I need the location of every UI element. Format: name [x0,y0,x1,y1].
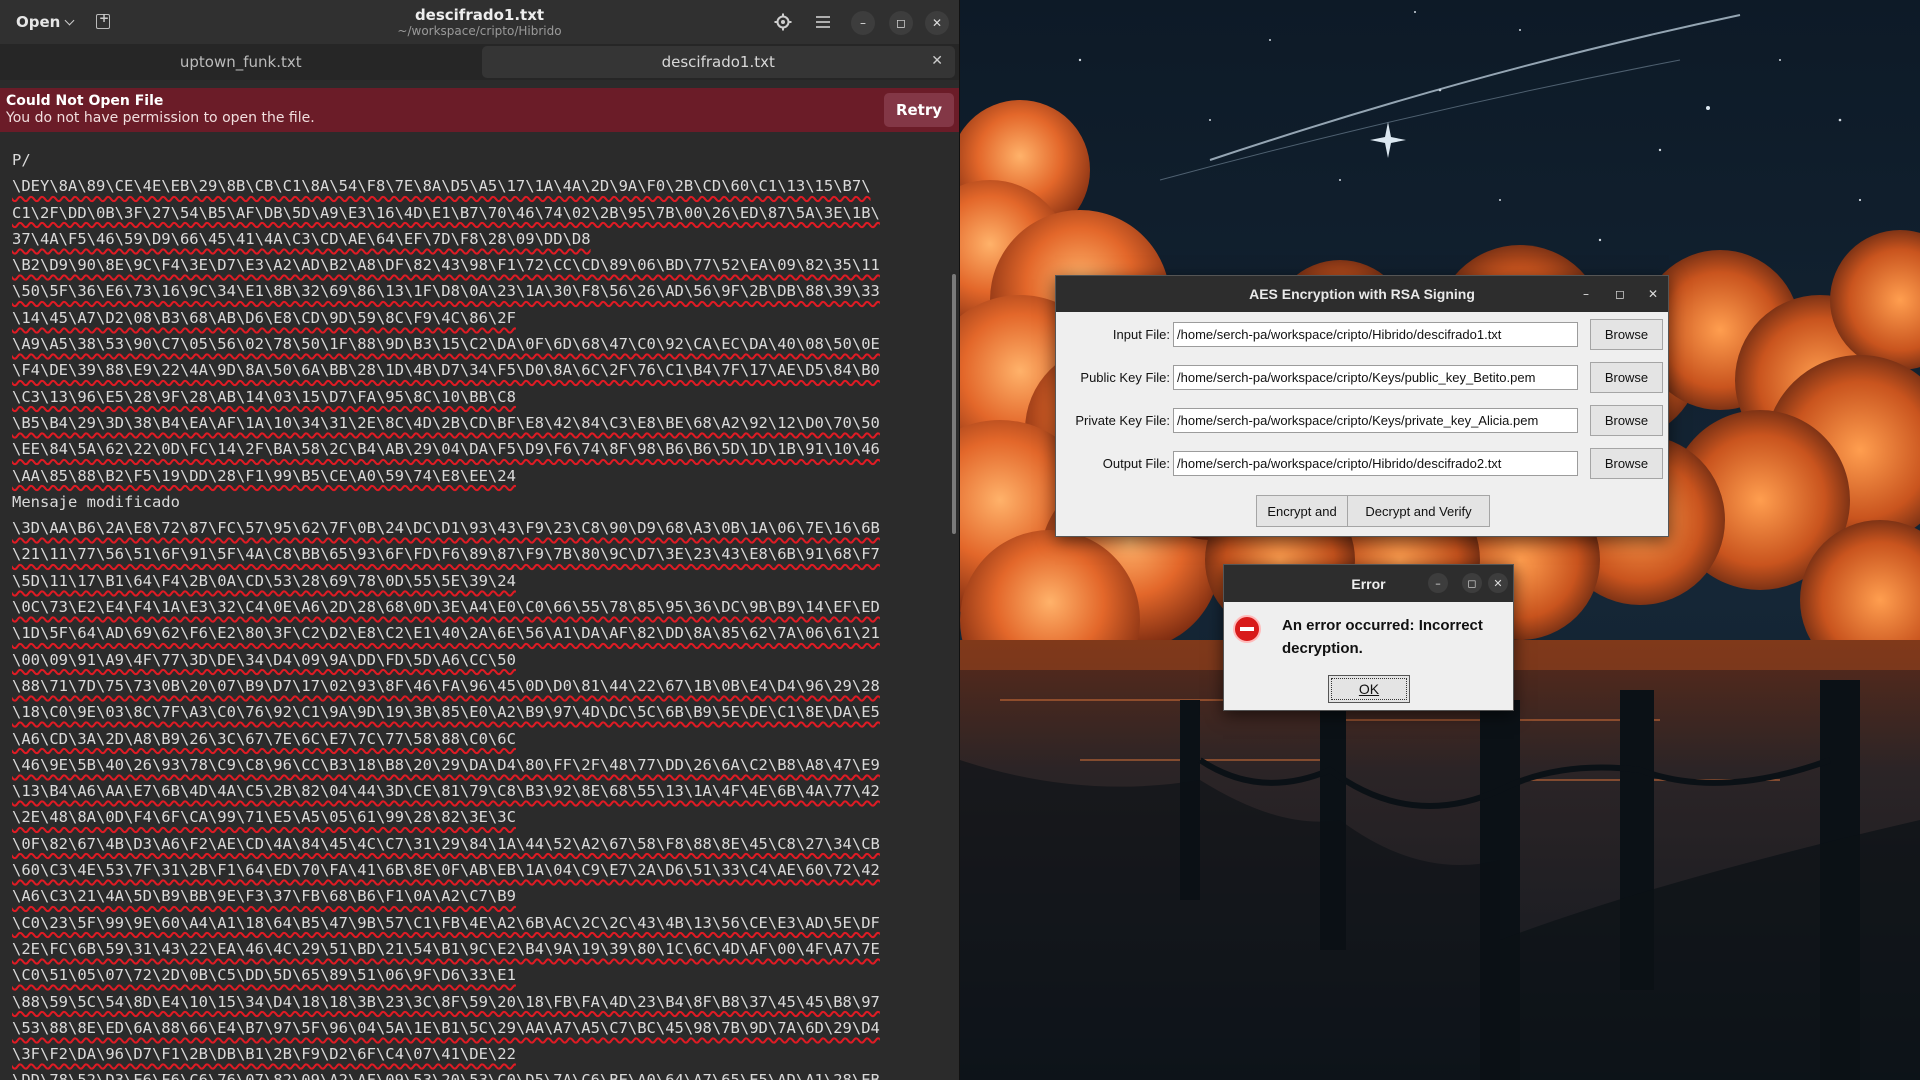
editor-line: \53\88\8E\ED\6A\88\66\E4\B7\97\5F\96\04\… [12,1018,880,1037]
text-editor-area[interactable]: P/ \DEY\8A\89\CE\4E\EB\29\8B\CB\C1\8A\54\… [0,132,959,1080]
maximize-button[interactable]: ◻ [1611,285,1629,303]
tab-label: descifrado1.txt [661,53,775,71]
input-file-field[interactable]: /home/serch-pa/workspace/cripto/Hibrido/… [1173,322,1578,347]
desktop-wallpaper [960,0,1920,1080]
editor-line: \A6\C3\21\4A\5D\B9\BB\9E\F3\37\FB\68\B6\… [12,887,516,906]
editor-line: \DEY\8A\89\CE\4E\EB\29\8B\CB\C1\8A\54\F8… [12,177,871,196]
editor-line: \B5\B4\29\3D\38\B4\EA\AF\1A\10\34\31\2E\… [12,413,880,432]
maximize-button[interactable]: ◻ [1462,573,1482,593]
minimize-button[interactable]: – [1577,285,1595,303]
editor-line: \B2\D9\90\8E\9C\F4\3E\D7\E3\A2\AD\B2\A8\… [12,256,880,275]
editor-line: \2E\48\8A\0D\F4\6F\CA\99\71\E5\A5\05\61\… [12,808,516,827]
editor-line: \21\11\77\56\51\6F\91\5F\4A\C8\BB\65\93\… [12,545,880,564]
close-button[interactable]: ✕ [925,11,949,35]
tab-descifrado1[interactable]: descifrado1.txt ✕ [481,46,955,78]
encrypt-and-sign-button[interactable]: Encrypt and [1256,495,1348,527]
vertical-scrollbar[interactable] [952,274,956,534]
public-key-field[interactable]: /home/serch-pa/workspace/cripto/Keys/pub… [1173,365,1578,390]
editor-line: \88\71\7D\75\73\0B\20\07\B9\D7\17\02\93\… [12,676,880,695]
editor-line: \5D\11\17\B1\64\F4\2B\0A\CD\53\28\69\78\… [12,571,516,590]
aes-encryption-window: AES Encryption with RSA Signing – ◻ ✕ In… [1055,275,1669,537]
editor-line: \00\09\91\A9\4F\77\3D\DE\34\D4\09\9A\DD\… [12,650,516,669]
editor-line: \50\5F\36\E6\73\16\9C\34\E1\8B\32\69\86\… [12,282,880,301]
ok-button[interactable]: OK [1328,675,1410,703]
tab-close-icon[interactable]: ✕ [931,53,943,69]
editor-line: C1\2F\DD\0B\3F\27\54\B5\AF\DB\5D\A9\E3\1… [12,203,880,222]
public-key-label: Public Key File: [1080,370,1170,385]
editor-line: P/ [12,151,31,169]
output-file-label: Output File: [1102,456,1170,471]
editor-line: \0C\73\E2\E4\F4\1A\E3\32\C4\0E\A6\2D\28\… [12,598,880,617]
editor-line: \0F\82\67\4B\D3\A6\F2\AE\CD\4A\84\45\4C\… [12,834,880,853]
minimize-button[interactable]: – [851,11,875,35]
output-file-row: Output File: /home/serch-pa/workspace/cr… [1056,448,1670,480]
editor-text-lines: P/ \DEY\8A\89\CE\4E\EB\29\8B\CB\C1\8A\54\… [12,147,880,1080]
editor-line: \EE\84\5A\62\22\0D\FC\14\2F\BA\58\2C\B4\… [12,440,880,459]
editor-line: \3F\F2\DA\96\D7\F1\2B\DB\B1\2B\F9\D2\6F\… [12,1045,516,1064]
editor-line: \13\B4\A6\AA\E7\6B\4D\4A\C5\2B\82\04\44\… [12,782,880,801]
error-stop-icon [1233,615,1261,643]
editor-line: \C0\51\05\07\72\2D\0B\C5\DD\5D\65\89\51\… [12,966,516,985]
minimize-button[interactable]: – [1428,573,1448,593]
text-editor-window: Open descifrado1.txt ~/workspace/cripto/… [0,0,960,1080]
private-key-label: Private Key File: [1075,413,1170,428]
tab-label: uptown_funk.txt [179,53,302,71]
infobar-title: Could Not Open File [6,93,164,109]
hamburger-menu-icon[interactable] [812,11,834,33]
input-file-browse-button[interactable]: Browse [1590,319,1663,350]
editor-line: 37\4A\F5\46\59\D9\66\45\41\4A\C3\CD\AE\6… [12,229,591,248]
editor-line: \DD\78\52\D3\E6\F6\C6\76\07\82\09\A2\AF\… [12,1067,880,1080]
private-key-browse-button[interactable]: Browse [1590,405,1663,436]
editor-line: \14\45\A7\D2\08\B3\68\AB\D6\E8\CD\9D\59\… [12,308,516,327]
editor-line: \AA\85\88\B2\F5\19\DD\28\F1\99\B5\CE\A0\… [12,466,516,485]
output-file-field[interactable]: /home/serch-pa/workspace/cripto/Hibrido/… [1173,451,1578,476]
editor-line: \A6\CD\3A\2D\A8\B9\26\3C\67\7E\6C\E7\7C\… [12,729,516,748]
editor-headerbar: Open descifrado1.txt ~/workspace/cripto/… [0,0,959,44]
editor-line: \C3\13\96\E5\28\9F\28\AB\14\03\15\D7\FA\… [12,387,516,406]
editor-line: \46\9E\5B\40\26\93\78\C9\C8\96\CC\B3\18\… [12,755,880,774]
retry-button[interactable]: Retry [884,93,954,127]
infobar-message: You do not have permission to open the f… [6,110,315,126]
private-key-field[interactable]: /home/serch-pa/workspace/cripto/Keys/pri… [1173,408,1578,433]
editor-line: \3D\AA\B6\2A\E8\72\87\FC\57\95\62\7F\0B\… [12,519,880,538]
editor-line: \60\C3\4E\53\7F\31\2B\F1\64\ED\70\FA\41\… [12,861,880,880]
editor-line: \1D\5F\64\AD\69\62\F6\E2\80\3F\C2\D2\E8\… [12,624,880,643]
editor-line: \A9\A5\38\53\90\C7\05\56\02\78\50\1F\88\… [12,335,880,354]
tab-bar: uptown_funk.txt descifrado1.txt ✕ [0,44,959,80]
tab-uptown-funk[interactable]: uptown_funk.txt [4,46,478,78]
output-file-browse-button[interactable]: Browse [1590,448,1663,479]
error-message: An error occurred: Incorrect decryption. [1282,617,1483,657]
private-key-row: Private Key File: /home/serch-pa/workspa… [1056,405,1670,437]
aes-titlebar: AES Encryption with RSA Signing – ◻ ✕ [1056,276,1668,312]
public-key-row: Public Key File: /home/serch-pa/workspac… [1056,362,1670,394]
editor-line: \F4\DE\39\88\E9\22\4A\9D\8A\50\6A\BB\28\… [12,361,880,380]
public-key-browse-button[interactable]: Browse [1590,362,1663,393]
error-infobar: Could Not Open File You do not have perm… [0,88,959,132]
error-dialog: Error – ◻ ✕ An error occurred: Incorrect… [1223,564,1514,711]
input-file-label: Input File: [1112,327,1170,342]
settings-gear-icon[interactable] [772,11,794,33]
editor-line: \88\59\5C\54\8D\E4\10\15\34\D4\18\18\3B\… [12,992,880,1011]
close-button[interactable]: ✕ [1488,573,1508,593]
decrypt-and-verify-button[interactable]: Decrypt and Verify [1347,495,1490,527]
editor-line: \18\C0\9E\03\8C\7F\A3\C0\76\92\C1\9A\9D\… [12,703,880,722]
editor-line: \2E\FC\6B\59\31\43\22\EA\46\4C\29\51\BD\… [12,939,880,958]
error-titlebar: Error – ◻ ✕ [1224,565,1513,602]
editor-line: Mensaje modificado [12,492,180,511]
maximize-button[interactable]: ◻ [889,11,913,35]
close-button[interactable]: ✕ [1644,285,1662,303]
editor-line: \C0\23\5F\99\9E\60\A4\A1\18\64\B5\47\9B\… [12,913,880,932]
input-file-row: Input File: /home/serch-pa/workspace/cri… [1056,319,1670,351]
